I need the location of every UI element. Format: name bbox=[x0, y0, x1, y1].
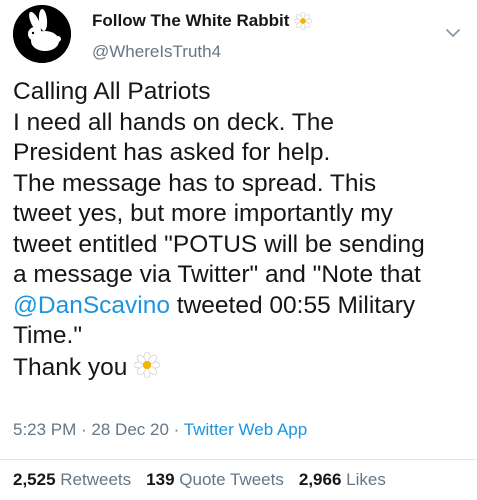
tweet-body: Calling All Patriots I need all hands on… bbox=[13, 77, 473, 383]
tweet-line: a message via Twitter" and "Note that bbox=[13, 261, 421, 288]
handle[interactable]: @WhereIsTruth4 bbox=[92, 42, 221, 62]
display-name-text[interactable]: Follow The White Rabbit bbox=[92, 11, 289, 31]
avatar[interactable] bbox=[13, 5, 71, 63]
tweet-line: @DanScavino tweeted 00:55 Military bbox=[13, 291, 473, 322]
retweets-stat[interactable]: 2,525 Retweets bbox=[13, 470, 131, 490]
daisy-emoji-icon bbox=[294, 12, 313, 30]
chevron-down-icon[interactable] bbox=[445, 28, 461, 38]
tweet-line: Time." bbox=[13, 322, 83, 349]
mention-link[interactable]: @DanScavino bbox=[13, 292, 170, 319]
tweet-line: The message has to spread. This bbox=[13, 169, 377, 197]
tweet-time[interactable]: 5:23 PM bbox=[13, 420, 76, 439]
meta-separator: · bbox=[76, 420, 92, 439]
daisy-emoji-icon bbox=[134, 351, 161, 378]
tweet-line: I need all hands on deck. The bbox=[13, 108, 335, 136]
divider bbox=[0, 459, 477, 460]
engagement-stats: 2,525 Retweets 139 Quote Tweets 2,966 Li… bbox=[13, 470, 386, 490]
quote-tweets-stat[interactable]: 139 Quote Tweets bbox=[146, 470, 284, 490]
likes-stat[interactable]: 2,966 Likes bbox=[299, 470, 386, 490]
tweet-line: Calling All Patriots bbox=[13, 78, 211, 105]
tweet-line: tweet entitled "POTUS will be sending bbox=[13, 230, 425, 258]
tweet-meta: 5:23 PM · 28 Dec 20 · Twitter Web App bbox=[13, 420, 307, 440]
quote-tweets-count: 139 bbox=[146, 470, 175, 489]
tweet-line: Thank you bbox=[13, 351, 473, 384]
source-app-link[interactable]: Twitter Web App bbox=[184, 420, 307, 439]
likes-label: Likes bbox=[346, 470, 386, 489]
meta-separator: · bbox=[168, 420, 184, 439]
retweets-label: Retweets bbox=[60, 470, 132, 489]
likes-count: 2,966 bbox=[298, 470, 342, 489]
thank-you-text: Thank you bbox=[13, 353, 128, 381]
tweet-line: tweet yes, but more importantly my bbox=[13, 200, 393, 227]
tweet-line: President has asked for help. bbox=[13, 139, 331, 166]
tweet-date[interactable]: 28 Dec 20 bbox=[91, 420, 169, 439]
tweet-line-rest: tweeted 00:55 Military bbox=[169, 291, 416, 319]
retweets-count: 2,525 bbox=[13, 470, 56, 489]
display-name[interactable]: Follow The White Rabbit bbox=[92, 11, 313, 31]
white-rabbit-icon bbox=[13, 5, 71, 63]
quote-tweets-label: Quote Tweets bbox=[179, 470, 284, 489]
